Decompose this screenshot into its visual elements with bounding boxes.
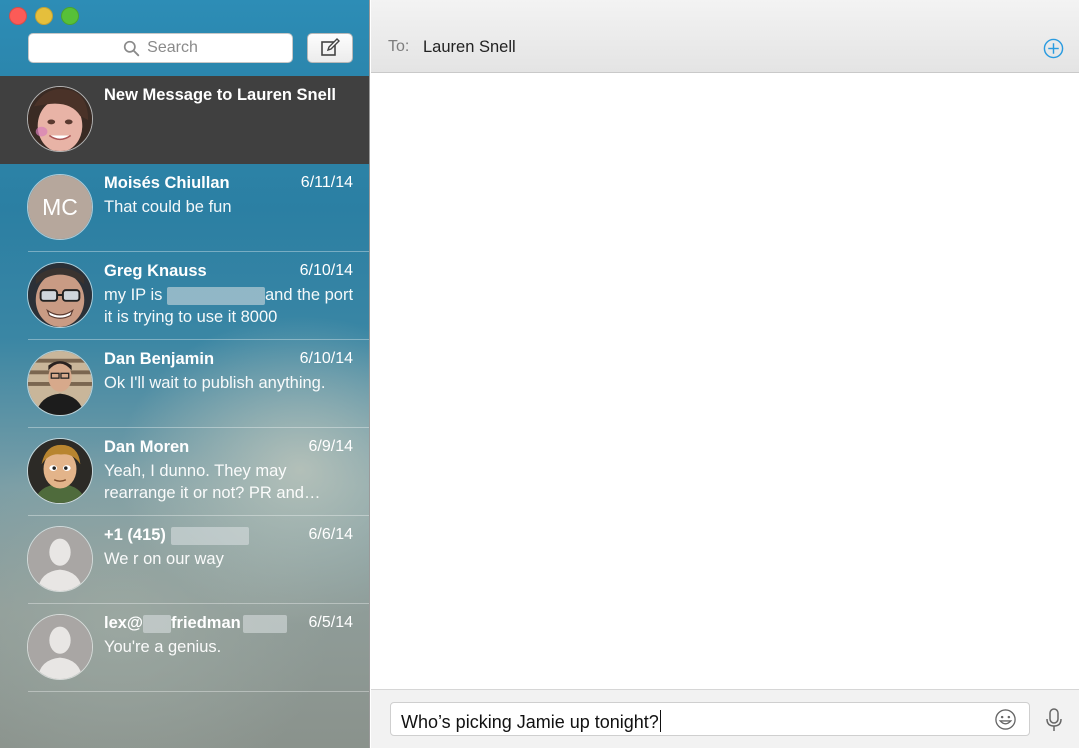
conversation-list: New Message to Lauren Snell MC Moisés Ch… xyxy=(0,76,369,692)
conversation-date: 6/10/14 xyxy=(299,350,353,367)
message-input[interactable]: Who’s picking Jamie up tonight? xyxy=(390,702,1030,736)
name-text: friedman xyxy=(171,614,241,632)
avatar xyxy=(27,614,93,680)
add-recipient-icon[interactable] xyxy=(1043,38,1064,59)
compose-button[interactable] xyxy=(307,33,353,63)
conversation-pane: To: Lauren Snell Who’s picking Jamie up … xyxy=(371,0,1079,748)
to-label: To: xyxy=(388,38,410,55)
conversation-item[interactable]: lex@ friedman 6/5/14 You're a genius. xyxy=(0,604,369,692)
redacted-block xyxy=(242,614,287,633)
recipient-header: To: Lauren Snell xyxy=(371,0,1079,73)
conversation-name: Greg Knauss xyxy=(104,262,207,280)
zoom-window-button[interactable] xyxy=(61,7,79,25)
redacted-block xyxy=(170,526,249,545)
conversation-date: 6/5/14 xyxy=(308,614,353,631)
compose-bar: Who’s picking Jamie up tonight? xyxy=(371,689,1079,748)
conversation-date: 6/9/14 xyxy=(308,438,353,455)
sidebar-toolbar: Search xyxy=(0,0,369,76)
conversation-date: 6/6/14 xyxy=(308,526,353,543)
conversation-name: lex@ friedman xyxy=(104,614,287,633)
conversation-item[interactable]: Greg Knauss 6/10/14 my IP is and the por… xyxy=(0,252,369,340)
divider xyxy=(28,691,369,692)
redacted-block xyxy=(143,614,172,633)
search-icon xyxy=(123,40,140,56)
name-text: lex@ xyxy=(104,614,144,632)
redacted-block xyxy=(166,286,265,305)
microphone-icon[interactable] xyxy=(1045,708,1063,732)
avatar: MC xyxy=(27,174,93,240)
conversation-item[interactable]: +1 (415) 6/6/14 We r on our way xyxy=(0,516,369,604)
preview-text: my IP is xyxy=(104,286,163,304)
conversation-preview: We r on our way xyxy=(104,550,224,568)
avatar xyxy=(27,526,93,592)
conversation-preview: That could be fun xyxy=(104,198,232,216)
message-text: Who’s picking Jamie up tonight? xyxy=(401,712,659,732)
conversation-item[interactable]: Dan Moren 6/9/14 Yeah, I dunno. They may… xyxy=(0,428,369,516)
conversation-date: 6/10/14 xyxy=(299,262,353,279)
conversation-name: Dan Moren xyxy=(104,438,190,456)
conversation-item[interactable]: New Message to Lauren Snell xyxy=(0,76,369,164)
conversation-preview: my IP is and the port it is trying to us… xyxy=(104,284,354,328)
search-input[interactable]: Search xyxy=(28,33,293,63)
conversation-name: Moisés Chiullan xyxy=(104,174,230,192)
compose-icon xyxy=(321,38,340,56)
conversation-name: New Message to Lauren Snell xyxy=(104,86,336,104)
avatar xyxy=(27,262,93,328)
conversation-preview: You're a genius. xyxy=(104,638,222,656)
avatar xyxy=(27,86,93,152)
search-placeholder: Search xyxy=(147,39,198,56)
emoji-icon[interactable] xyxy=(994,708,1017,731)
sidebar: Search New Message to Lauren Snell MC Mo… xyxy=(0,0,370,748)
minimize-window-button[interactable] xyxy=(35,7,53,25)
conversation-name: Dan Benjamin xyxy=(104,350,215,368)
conversation-preview: Ok I'll wait to publish anything. xyxy=(104,374,326,392)
name-text: +1 (415) xyxy=(104,526,166,544)
avatar-initials: MC xyxy=(28,175,92,239)
text-caret xyxy=(659,710,661,732)
avatar xyxy=(27,438,93,504)
conversation-date: 6/11/14 xyxy=(300,174,353,191)
conversation-item[interactable]: Dan Benjamin 6/10/14 Ok I'll wait to pub… xyxy=(0,340,369,428)
conversation-preview: Yeah, I dunno. They may rearrange it or … xyxy=(104,462,321,502)
close-window-button[interactable] xyxy=(9,7,27,25)
conversation-name: +1 (415) xyxy=(104,526,249,545)
recipient-field[interactable]: Lauren Snell xyxy=(423,38,516,57)
person-silhouette-icon xyxy=(28,527,92,591)
avatar xyxy=(27,350,93,416)
person-silhouette-icon xyxy=(28,615,92,679)
message-input-text: Who’s picking Jamie up tonight? xyxy=(401,710,661,733)
conversation-item[interactable]: MC Moisés Chiullan 6/11/14 That could be… xyxy=(0,164,369,252)
window-controls xyxy=(9,7,79,25)
